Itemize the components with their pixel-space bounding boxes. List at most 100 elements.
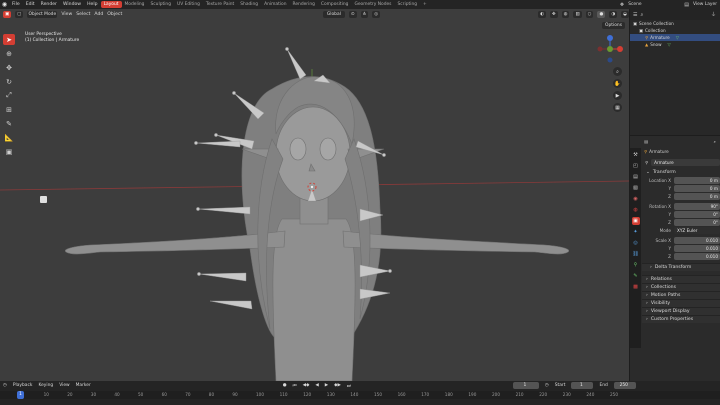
editor-type-icon[interactable]: ▣	[3, 11, 12, 18]
relations-section[interactable]: › Relations	[642, 275, 720, 283]
camera-view-icon[interactable]	[40, 196, 47, 203]
properties-search-icon[interactable]: ⌕	[714, 139, 716, 144]
timeline-menu-playback[interactable]: Playback	[13, 383, 33, 388]
modifier-tab-icon[interactable]: ✦	[632, 228, 640, 236]
scale-x-field[interactable]: 0.010	[674, 236, 720, 244]
outliner-row-armature[interactable]: ⚲ Armature ▽	[630, 34, 720, 41]
timeline-ruler[interactable]: 1102030405060708090100110120130140150160…	[0, 391, 720, 399]
motion-paths-section[interactable]: › Motion Paths	[642, 291, 720, 299]
scale-z-field[interactable]: 0.010	[674, 252, 720, 260]
object-mode-dropdown[interactable]: Object Mode	[27, 11, 58, 18]
render-tab-icon[interactable]: ◰	[632, 162, 640, 170]
texture-tab-icon[interactable]: ▩	[632, 283, 640, 291]
snap-icon[interactable]: ⋔	[360, 11, 369, 18]
shading-material-icon[interactable]: ◑	[609, 11, 618, 18]
viewport-scene[interactable]	[0, 9, 629, 381]
transform-tool-icon[interactable]: ⊞	[3, 104, 15, 115]
camera-icon[interactable]: ▶	[613, 91, 622, 100]
world-tab-icon[interactable]: ◍	[632, 206, 640, 214]
menu-edit[interactable]: Edit	[23, 2, 38, 7]
workspace-tab-layout[interactable]: Layout	[100, 1, 122, 8]
timeline-menu-marker[interactable]: Marker	[76, 383, 91, 388]
move-tool-icon[interactable]: ✥	[3, 62, 15, 73]
start-frame-field[interactable]: 1	[571, 382, 594, 389]
bone-tab-icon[interactable]: ✎	[632, 272, 640, 280]
zoom-icon[interactable]: ⌕	[613, 67, 622, 76]
pivot-point-icon[interactable]: ⊙	[348, 11, 357, 18]
location-z-field[interactable]: 0 m	[674, 192, 720, 200]
scale-tool-icon[interactable]: ⤢	[3, 90, 15, 101]
proportional-edit-icon[interactable]: ◎	[372, 11, 381, 18]
menu-render[interactable]: Render	[38, 2, 60, 7]
custom-properties-section[interactable]: › Custom Properties	[642, 315, 720, 323]
next-keyframe-icon[interactable]: ◆▶	[334, 383, 341, 388]
gizmo-toggle-icon[interactable]: ✥	[549, 11, 558, 18]
visibility-icon[interactable]: ◐	[538, 11, 546, 18]
rotation-y-field[interactable]: 0°	[674, 210, 720, 218]
view-layer-selector[interactable]: View Layer	[693, 2, 717, 7]
add-cube-tool-icon[interactable]: ▣	[3, 146, 15, 157]
workspace-tab-texture-paint[interactable]: Texture Paint	[203, 1, 237, 8]
viewport-menu-view[interactable]: View	[61, 12, 72, 17]
location-y-field[interactable]: 0 m	[674, 184, 720, 192]
measure-tool-icon[interactable]: 📐	[3, 132, 15, 143]
transform-section-header[interactable]: ⌄ Transform	[642, 168, 720, 176]
playhead[interactable]: 1	[17, 391, 24, 399]
menu-help[interactable]: Help	[84, 2, 100, 7]
workspace-tab-geometry-nodes[interactable]: Geometry Nodes	[351, 1, 394, 8]
output-tab-icon[interactable]: ▤	[632, 173, 640, 181]
workspace-tab-rendering[interactable]: Rendering	[289, 1, 317, 8]
rotation-x-field[interactable]: 90°	[674, 202, 720, 210]
timeline-menu-view[interactable]: View	[59, 383, 69, 388]
workspace-tab-animation[interactable]: Animation	[261, 1, 289, 8]
3d-viewport[interactable]: ▣ ▢ Object Mode View Select Add Object G…	[0, 9, 629, 381]
viewport-menu-select[interactable]: Select	[76, 12, 90, 17]
timeline-editor-icon[interactable]: ◷	[3, 383, 7, 388]
outliner-row-collection[interactable]: ▣ Collection	[630, 27, 720, 34]
workspace-tab-scripting[interactable]: Scripting	[394, 1, 420, 8]
delta-transform-section[interactable]: › Delta Transform	[642, 263, 720, 271]
outliner-search-icon[interactable]: ⌕	[640, 12, 643, 18]
rotate-tool-icon[interactable]: ↻	[3, 76, 15, 87]
select-tool-icon[interactable]: ➤	[3, 34, 15, 45]
scale-y-field[interactable]: 0.010	[674, 244, 720, 252]
overlay-toggle-icon[interactable]: ◍	[561, 11, 570, 18]
ortho-grid-icon[interactable]: ▦	[613, 103, 622, 112]
data-tab-icon[interactable]: ⚲	[632, 261, 640, 269]
workspace-tab-modeling[interactable]: Modeling	[122, 1, 148, 8]
scene-tab-icon[interactable]: ◉	[632, 195, 640, 203]
prev-keyframe-icon[interactable]: ◀◆	[303, 383, 310, 388]
workspace-tab-uv-editing[interactable]: UV Editing	[174, 1, 203, 8]
add-workspace-button[interactable]: +	[420, 1, 430, 8]
navigation-gizmo[interactable]	[596, 35, 624, 63]
play-reverse-icon[interactable]: ◀	[315, 383, 318, 388]
transform-orientation-dropdown[interactable]: Global	[322, 11, 345, 18]
pan-hand-icon[interactable]: ✋	[613, 79, 622, 88]
workspace-tab-sculpting[interactable]: Sculpting	[147, 1, 174, 8]
view-layer-tab-icon[interactable]: ▧	[632, 184, 640, 192]
tool-tab-icon[interactable]: ⚒	[632, 151, 640, 159]
play-icon[interactable]: ▶	[325, 383, 328, 388]
collections-section[interactable]: › Collections	[642, 283, 720, 291]
physics-tab-icon[interactable]: ◎	[632, 239, 640, 247]
jump-end-icon[interactable]: ⏭	[347, 383, 351, 389]
shading-solid-icon[interactable]: ●	[597, 11, 606, 18]
viewport-menu-add[interactable]: Add	[94, 12, 103, 17]
annotate-tool-icon[interactable]: ✎	[3, 118, 15, 129]
auto-key-icon[interactable]: ●	[283, 383, 287, 388]
location-x-field[interactable]: 0 m	[674, 176, 720, 184]
rotation-z-field[interactable]: 0°	[674, 218, 720, 226]
rotation-mode-dropdown[interactable]: XYZ Euler	[674, 226, 720, 234]
outliner-filter-icon[interactable]: ⏚	[711, 11, 716, 18]
viewport-menu-object[interactable]: Object	[107, 12, 122, 17]
end-frame-field[interactable]: 250	[613, 382, 636, 389]
preview-range-icon[interactable]: ◷	[545, 383, 549, 388]
scene-selector[interactable]: Scene	[628, 2, 680, 7]
viewport-display-section[interactable]: › Viewport Display	[642, 307, 720, 315]
outliner-row-snow[interactable]: ▲ Snow ▽	[630, 41, 720, 48]
visibility-section[interactable]: › Visibility	[642, 299, 720, 307]
blender-logo-icon[interactable]: ◉	[0, 0, 9, 9]
select-mode-box-icon[interactable]: ▢	[15, 11, 24, 18]
workspace-tab-shading[interactable]: Shading	[237, 1, 261, 8]
constraints-tab-icon[interactable]: ⛓	[632, 250, 640, 258]
